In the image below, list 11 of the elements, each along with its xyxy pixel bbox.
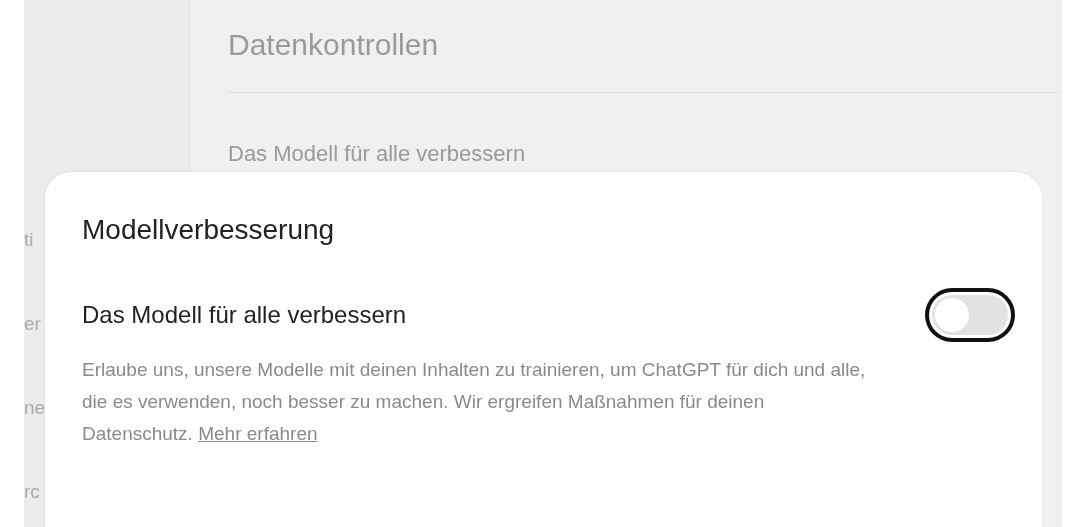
learn-more-link[interactable]: Mehr erfahren — [198, 423, 318, 444]
dialog-title: Modellverbesserung — [82, 214, 336, 246]
sidebar-item[interactable]: ti — [24, 228, 34, 252]
section-title: Datenkontrollen — [228, 28, 440, 62]
toggle-switch[interactable] — [925, 288, 1015, 342]
setting-label: Das Modell für alle verbessern — [82, 301, 407, 329]
description-text: Erlaube uns, unsere Modelle mit deinen Inhalten zu trainieren, um ChatGPT für dich und alle, die es verwenden, noch besser zu machen. Wir ergreifen Maßnahmen für deinen Datenschutz. Mehr erfahren — [82, 358, 867, 446]
sidebar-item[interactable]: rc — [24, 480, 40, 504]
sidebar-item[interactable]: er — [24, 312, 41, 336]
sidebar-item[interactable]: ne — [24, 396, 46, 420]
setting-label: Das Modell für alle verbessern — [228, 141, 527, 167]
